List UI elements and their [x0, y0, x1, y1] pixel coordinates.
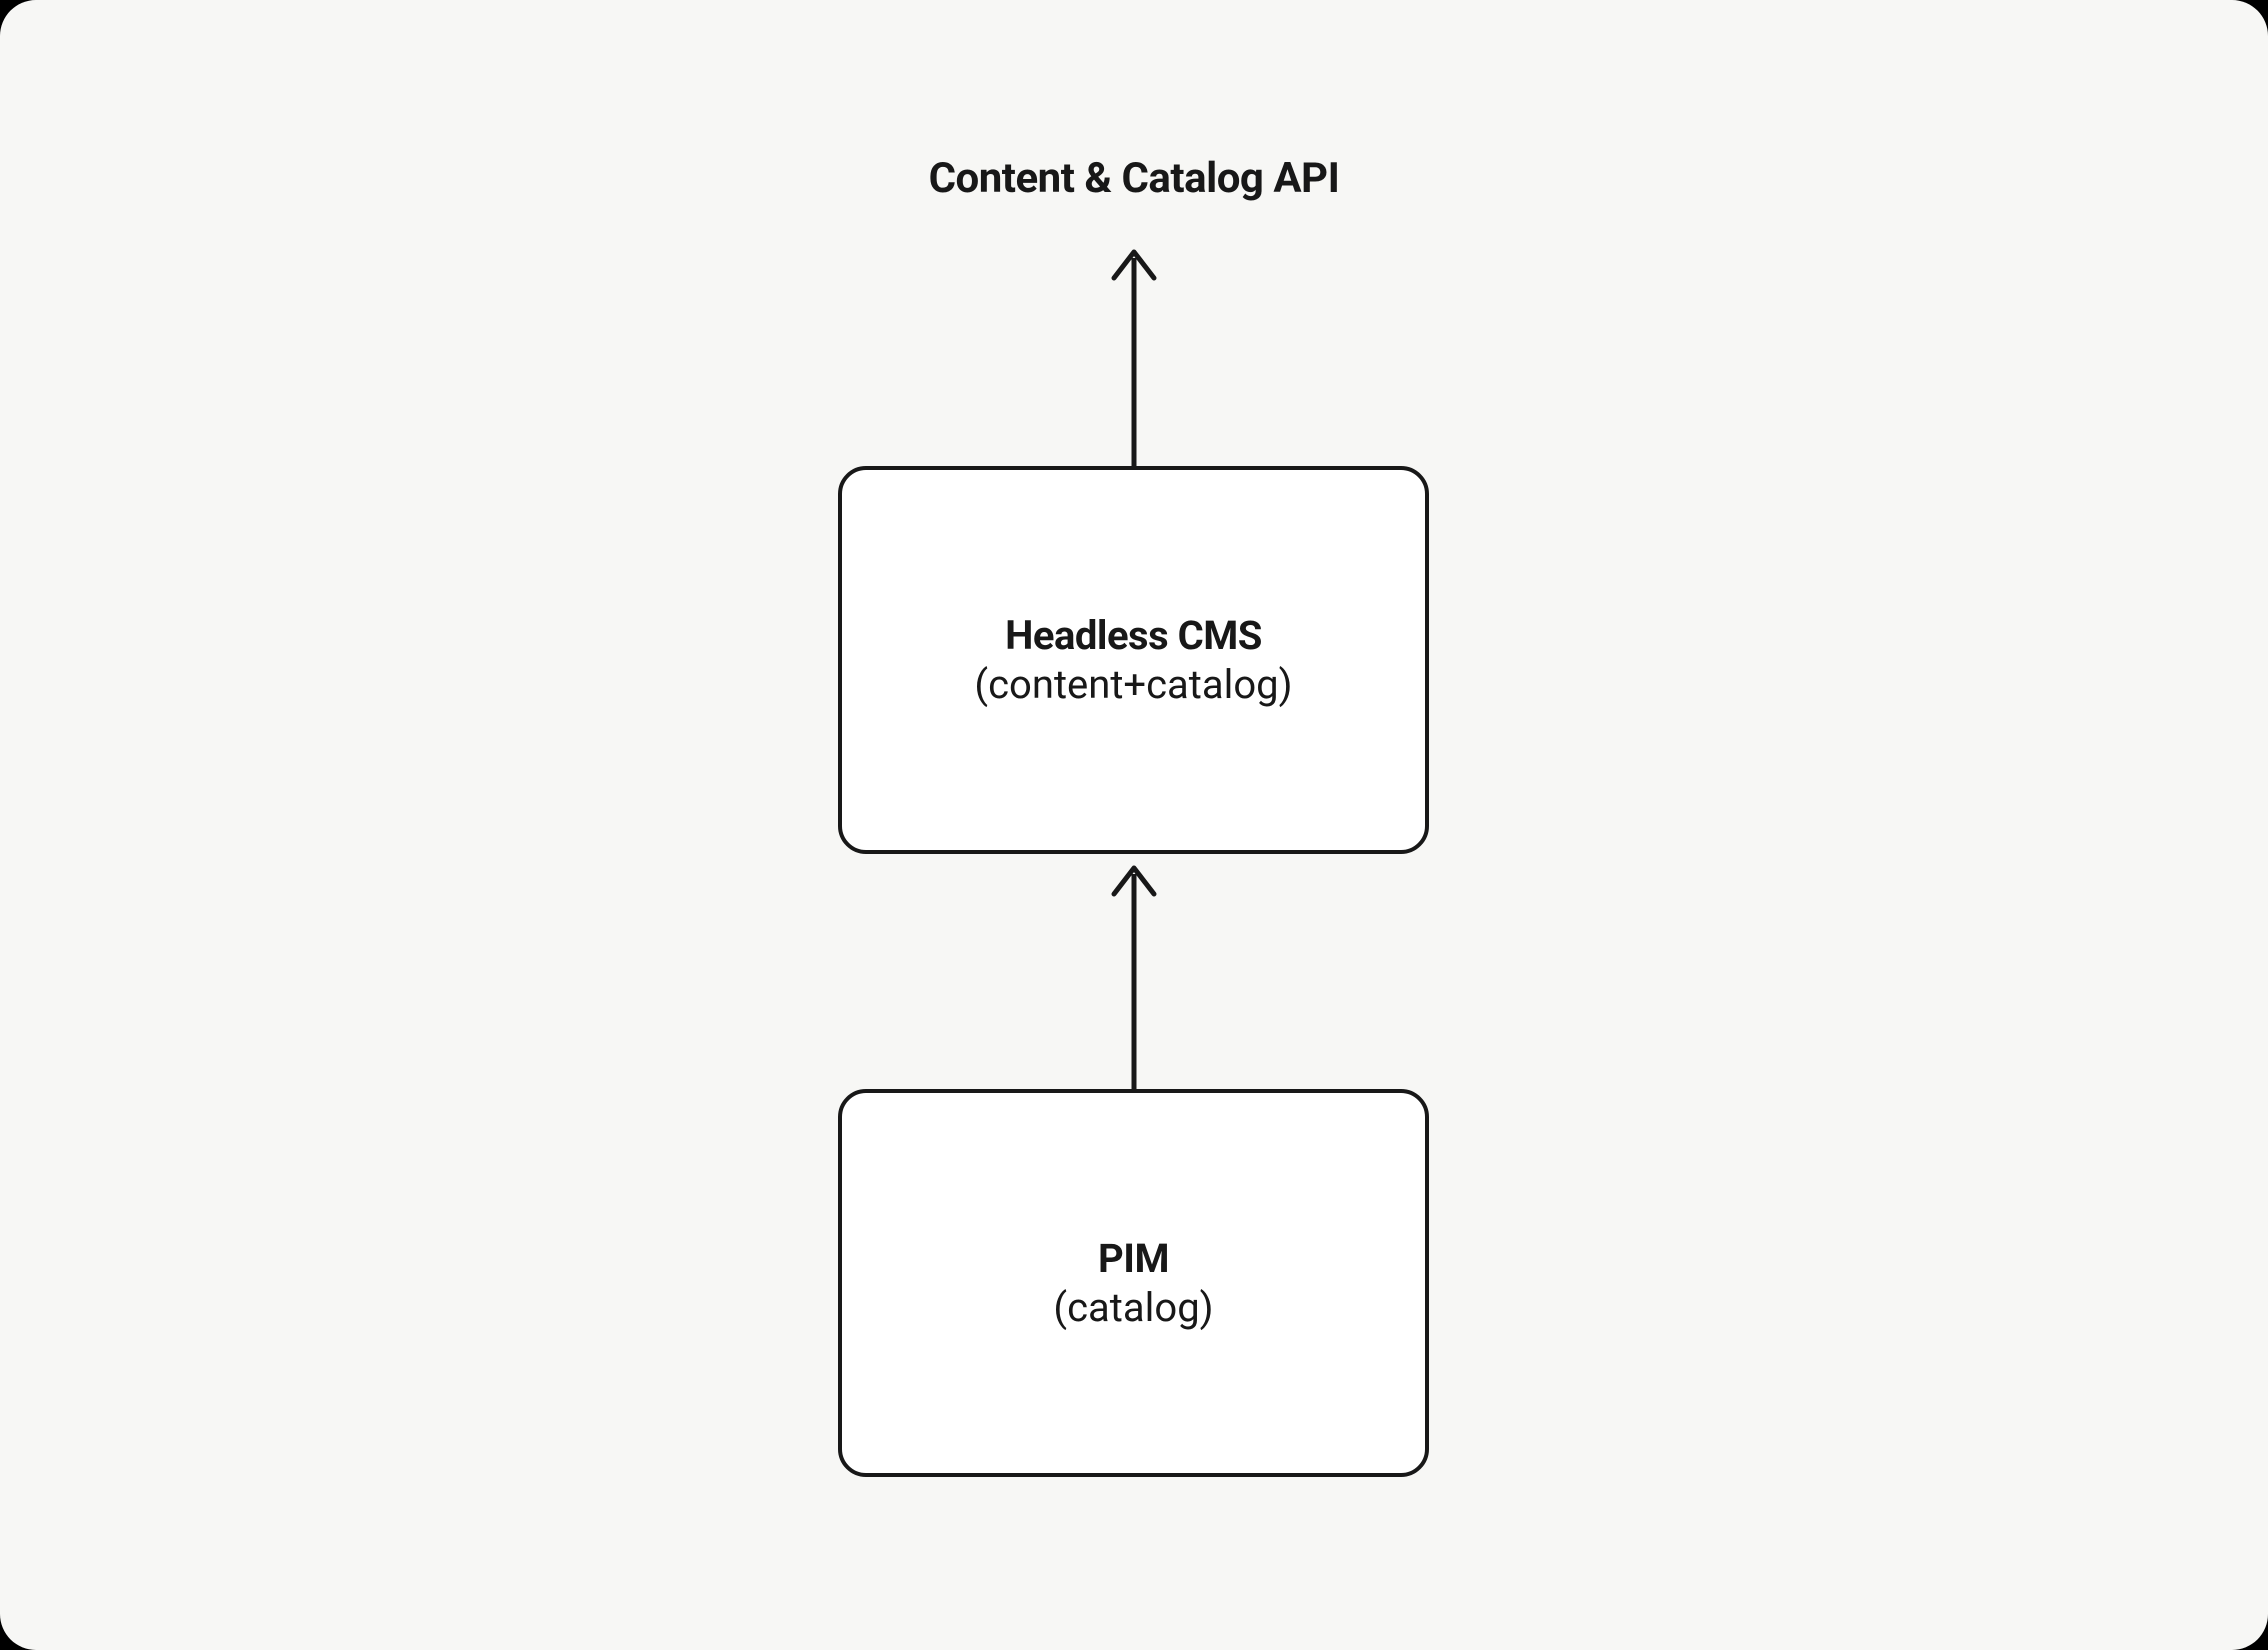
diagram-title: Content & Catalog API: [0, 154, 2268, 203]
diagram-canvas: Content & Catalog API Headless CMS (cont…: [0, 0, 2268, 1650]
node-title: PIM: [1098, 1235, 1169, 1282]
node-title: Headless CMS: [1005, 612, 1262, 659]
node-pim: PIM (catalog): [838, 1089, 1429, 1477]
node-headless-cms: Headless CMS (content+catalog): [838, 466, 1429, 854]
node-subtitle: (catalog): [1053, 1284, 1213, 1331]
arrow-cms-to-api: [1104, 238, 1164, 470]
arrow-pim-to-cms: [1104, 854, 1164, 1093]
node-subtitle: (content+catalog): [974, 661, 1292, 708]
